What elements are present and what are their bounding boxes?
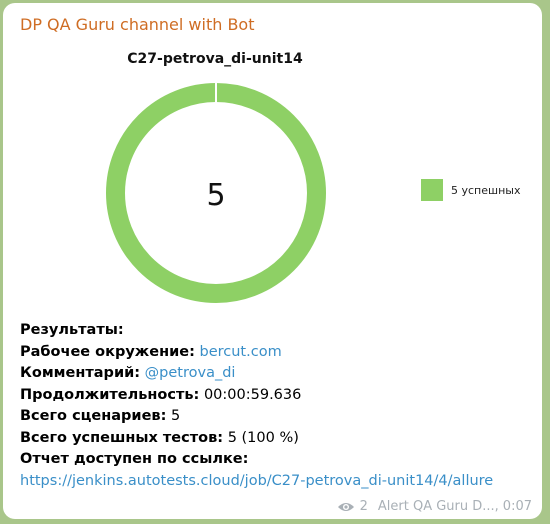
duration-line: Продолжительность: 00:00:59.636 [20, 385, 535, 407]
scenarios-label: Всего сценариев: [20, 408, 167, 424]
scenarios-value: 5 [171, 408, 181, 424]
report-url-line: https://jenkins.autotests.cloud/job/C27-… [20, 471, 535, 493]
channel-name[interactable]: DP QA Guru channel with Bot [20, 15, 255, 34]
duration-label: Продолжительность: [20, 386, 200, 403]
views-count: 2 [359, 499, 368, 514]
legend-label: 5 успешных [451, 183, 521, 197]
message-signature: Alert QA Guru D..., [377, 499, 499, 514]
env-link[interactable]: bercut.com [200, 344, 282, 360]
comment-label: Комментарий: [20, 365, 141, 381]
passed-value: 5 (100 %) [227, 429, 299, 446]
chart-center-label: 5 [206, 178, 225, 213]
results-label: Результаты: [20, 322, 124, 338]
report-label: Отчет доступен по ссылке: [20, 451, 249, 467]
passed-label: Всего успешных тестов: [20, 429, 224, 446]
chart-title: C27-petrova_di-unit14 [127, 51, 303, 67]
env-line: Рабочее окружение: bercut.com [20, 342, 535, 364]
env-label: Рабочее окружение: [20, 343, 195, 360]
chart-legend: 5 успешных [421, 179, 520, 201]
comment-mention-link[interactable]: @petrova_di [145, 365, 236, 381]
message-time: 0:07 [502, 499, 532, 514]
chart-image[interactable]: 5 C27-petrova_di-unit14 5 успешных [20, 43, 540, 313]
message-meta: 2 Alert QA Guru D..., 0:07 [337, 499, 532, 514]
passed-line: Всего успешных тестов: 5 (100 %) [20, 428, 535, 450]
results-line: Результаты: [20, 320, 535, 342]
scenarios-line: Всего сценариев: 5 [20, 406, 535, 428]
duration-value: 00:00:59.636 [203, 386, 302, 403]
donut-chart: 5 [106, 82, 326, 303]
message-bubble: DP QA Guru channel with Bot 5 C27-petrov… [3, 3, 542, 519]
report-line: Отчет доступен по ссылке: [20, 449, 535, 471]
report-link[interactable]: https://jenkins.autotests.cloud/job/C27-… [20, 473, 493, 489]
message-text: Результаты: Рабочее окружение: bercut.co… [20, 320, 535, 492]
legend-swatch [421, 179, 443, 201]
eye-icon [337, 502, 354, 511]
comment-line: Комментарий: @petrova_di [20, 363, 535, 385]
